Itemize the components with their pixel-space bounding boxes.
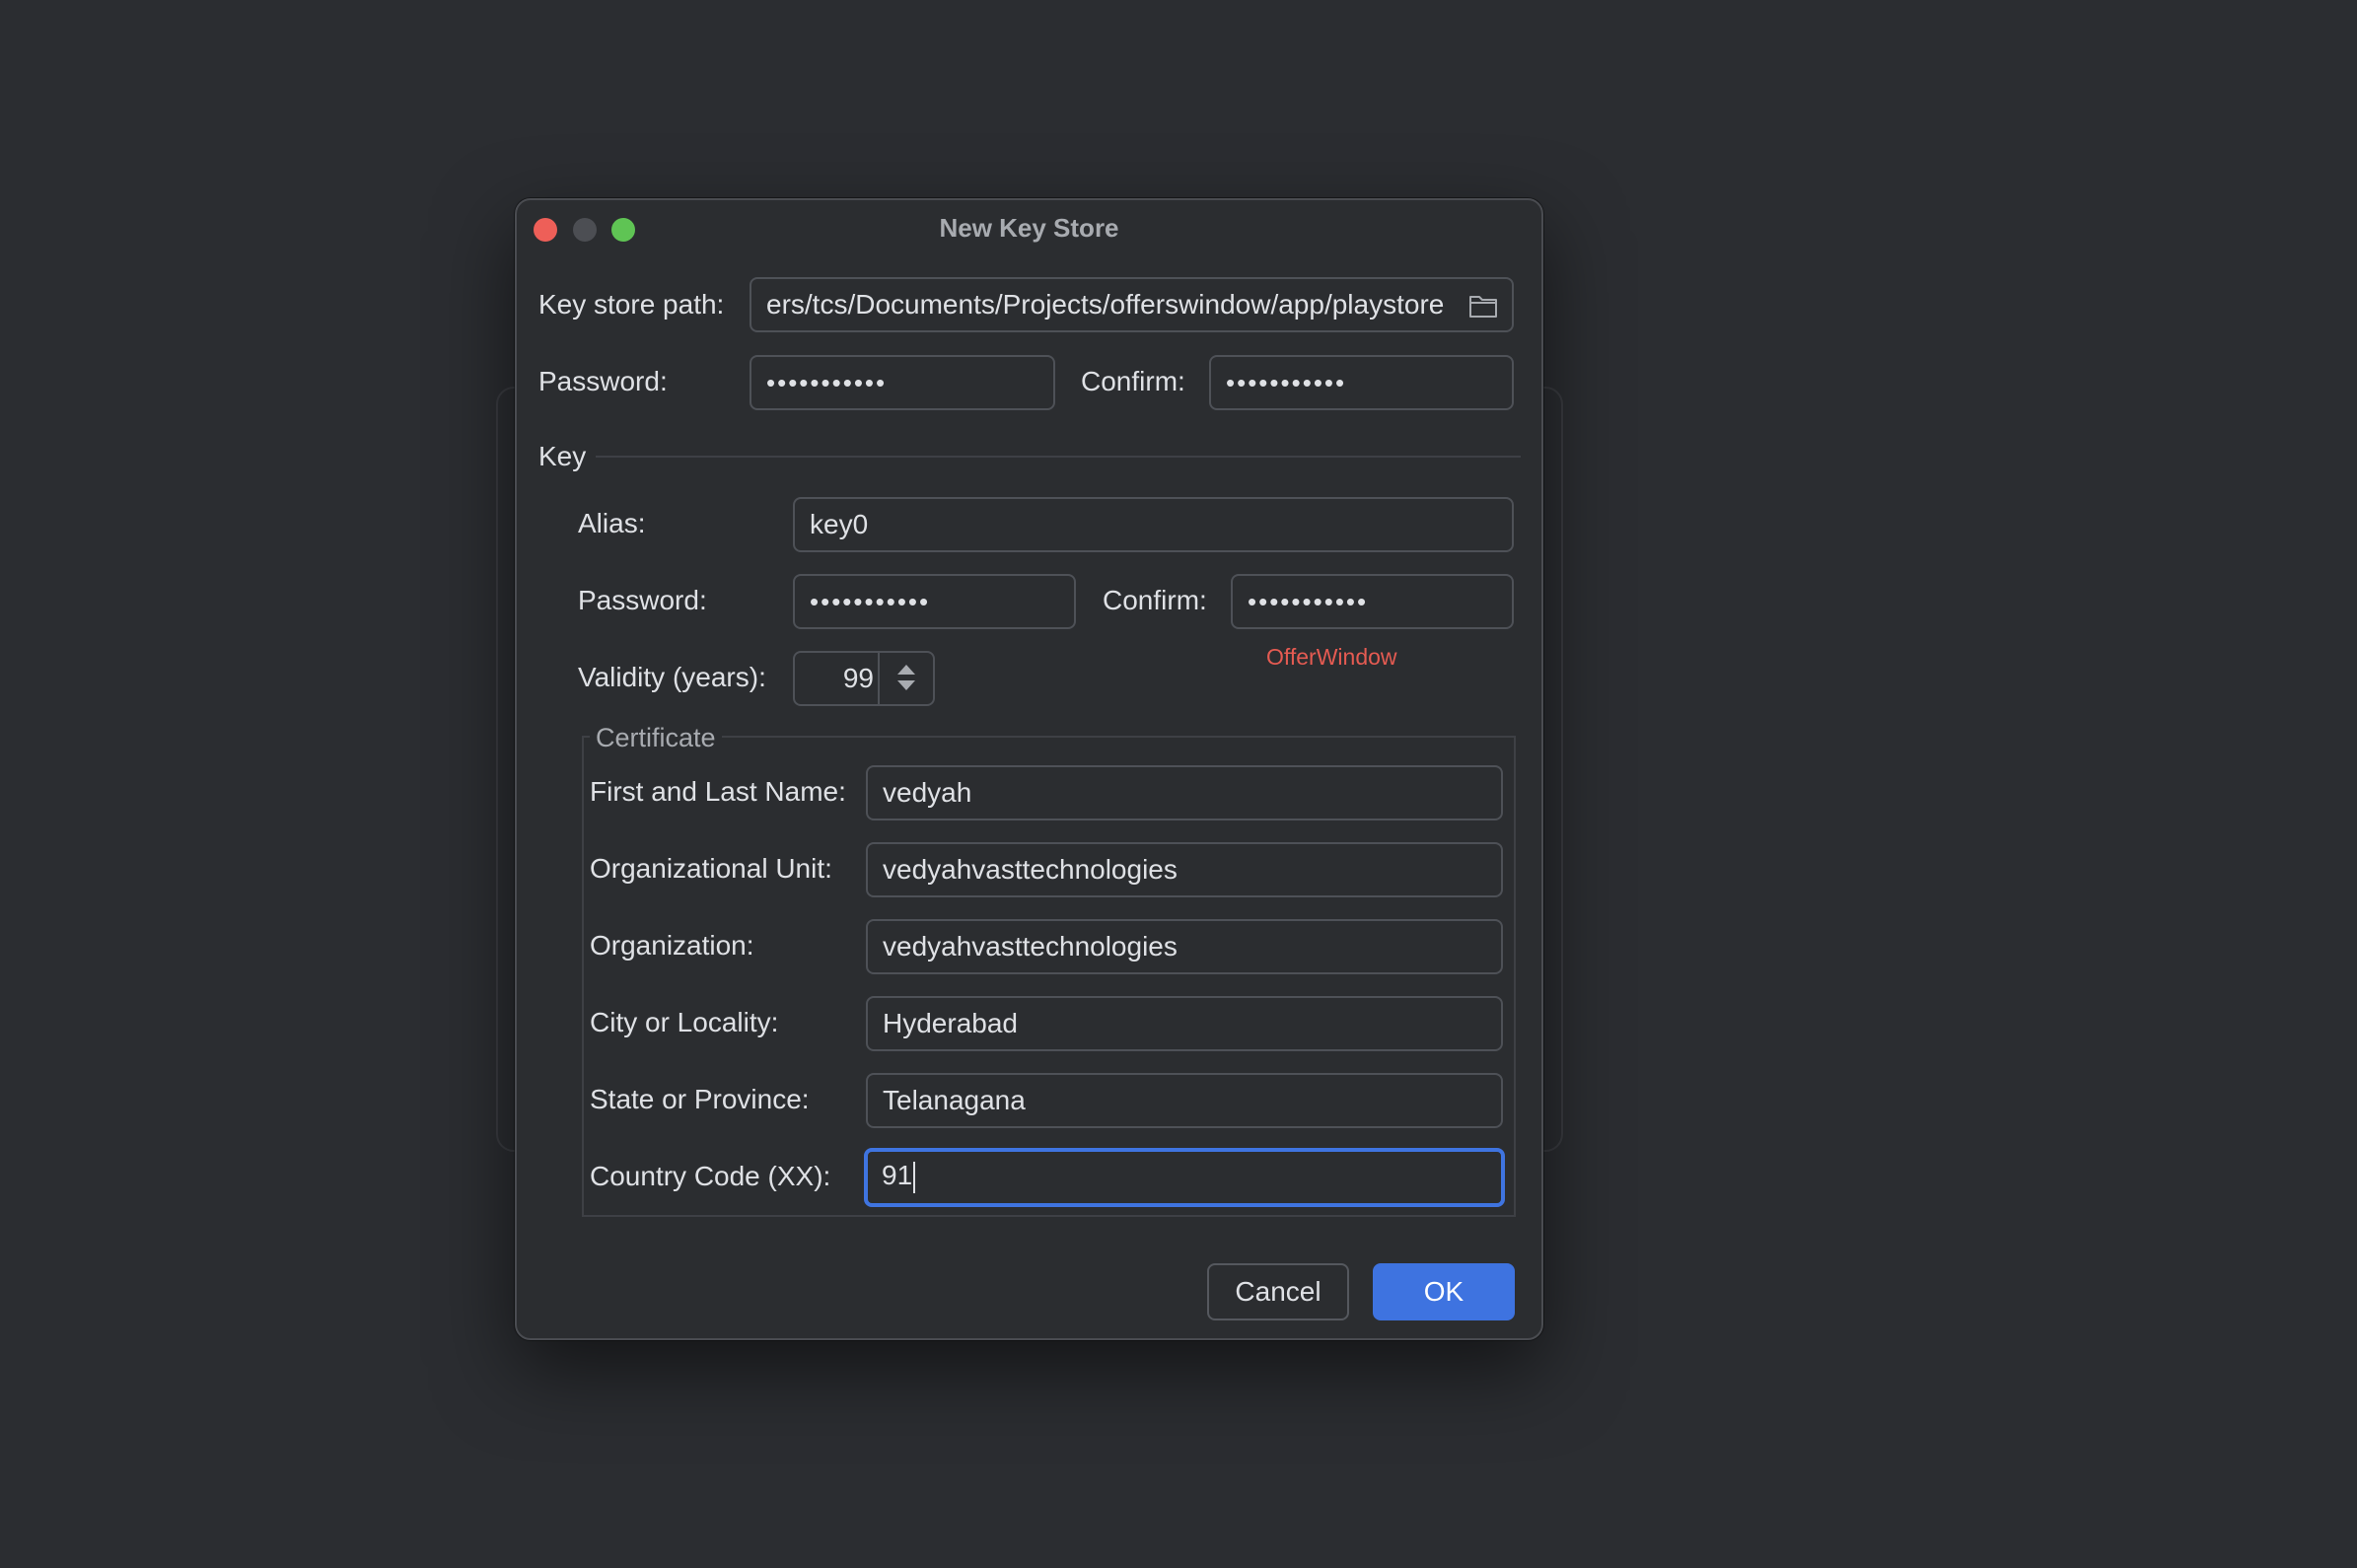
keystore-password-label: Password: <box>538 366 668 396</box>
validity-spinner[interactable]: 99 <box>793 651 935 706</box>
country-code-value: 91 <box>882 1160 913 1190</box>
country-code-field[interactable]: 91 <box>864 1148 1505 1207</box>
state-province-field[interactable]: Telanagana <box>866 1073 1503 1128</box>
spinner-arrows[interactable] <box>878 653 933 704</box>
folder-icon[interactable] <box>1468 293 1498 319</box>
first-last-name-field[interactable]: vedyah <box>866 765 1503 820</box>
alias-label: Alias: <box>578 508 646 538</box>
text-caret <box>913 1161 916 1193</box>
key-store-path-field[interactable]: ers/tcs/Documents/Projects/offerswindow/… <box>750 277 1514 332</box>
organization-field[interactable]: vedyahvasttechnologies <box>866 919 1503 974</box>
validity-label: Validity (years): <box>578 662 766 692</box>
chevron-down-icon[interactable] <box>897 680 915 690</box>
key-password-field[interactable]: ••••••••••• <box>793 574 1076 629</box>
ok-button[interactable]: OK <box>1373 1263 1515 1320</box>
organization-label: Organization: <box>590 930 754 961</box>
validity-value: 99 <box>842 663 874 693</box>
city-locality-field[interactable]: Hyderabad <box>866 996 1503 1051</box>
validation-error-text: OfferWindow <box>1266 644 1397 670</box>
key-confirm-field[interactable]: ••••••••••• <box>1231 574 1514 629</box>
organizational-unit-field[interactable]: vedyahvasttechnologies <box>866 842 1503 897</box>
first-last-name-label: First and Last Name: <box>590 776 846 807</box>
keystore-confirm-label: Confirm: <box>1081 366 1185 396</box>
alias-field[interactable]: key0 <box>793 497 1514 552</box>
certificate-section-label: Certificate <box>590 721 722 754</box>
key-password-label: Password: <box>578 585 707 615</box>
key-section-label: Key <box>538 441 587 471</box>
keystore-confirm-field[interactable]: ••••••••••• <box>1209 355 1514 410</box>
cancel-button[interactable]: Cancel <box>1207 1263 1349 1320</box>
key-store-path-label: Key store path: <box>538 289 725 320</box>
organizational-unit-label: Organizational Unit: <box>590 853 832 884</box>
keystore-password-field[interactable]: ••••••••••• <box>750 355 1055 410</box>
key-section-divider <box>596 456 1521 458</box>
state-province-label: State or Province: <box>590 1084 810 1114</box>
dialog-title: New Key Store <box>939 213 1119 243</box>
city-locality-label: City or Locality: <box>590 1007 779 1037</box>
key-store-path-value: ers/tcs/Documents/Projects/offerswindow/… <box>766 289 1445 320</box>
chevron-up-icon[interactable] <box>897 665 915 675</box>
key-confirm-label: Confirm: <box>1103 585 1207 615</box>
country-code-label: Country Code (XX): <box>590 1161 831 1191</box>
